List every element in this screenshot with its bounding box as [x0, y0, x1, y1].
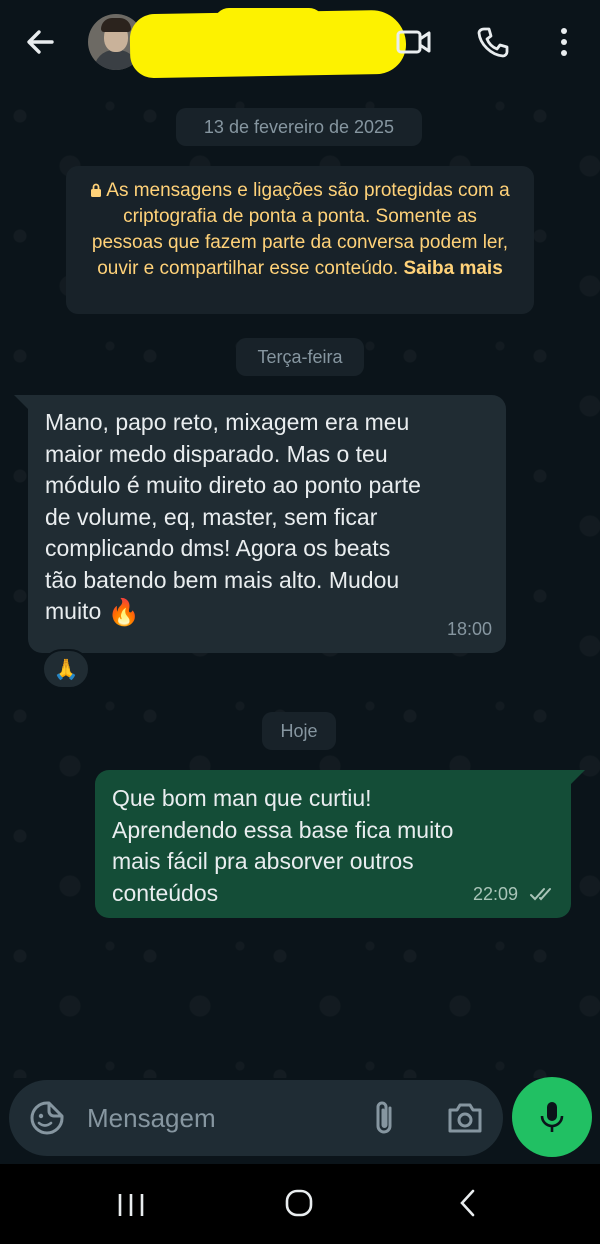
message-list[interactable]: 13 de fevereiro de 2025 As mensagens e l…	[0, 86, 600, 1078]
message-composer	[9, 1080, 503, 1156]
sticker-emoji-icon	[30, 1101, 64, 1135]
name-redaction-marker	[214, 8, 324, 38]
voice-call-button[interactable]	[473, 22, 513, 62]
video-call-icon	[396, 30, 431, 54]
recent-apps-button[interactable]	[116, 1192, 146, 1218]
day-separator: Hoje	[262, 712, 336, 750]
more-vertical-icon	[561, 28, 567, 56]
camera-icon	[448, 1103, 482, 1133]
home-circle-icon	[285, 1189, 313, 1217]
date-separator: 13 de fevereiro de 2025	[176, 108, 422, 146]
more-options-button[interactable]	[544, 22, 584, 62]
outgoing-message[interactable]: Que bom man que curtiu! Aprendendo essa …	[95, 770, 585, 918]
camera-button[interactable]	[445, 1100, 485, 1136]
encryption-notice[interactable]: As mensagens e ligações são protegidas c…	[66, 166, 534, 314]
message-reaction[interactable]: 🙏	[42, 649, 90, 689]
message-input[interactable]	[87, 1098, 347, 1138]
whatsapp-chat-screen: 13 de fevereiro de 2025 As mensagens e l…	[0, 0, 600, 1244]
phone-icon	[477, 27, 509, 58]
video-call-button[interactable]	[394, 22, 434, 62]
system-back-button[interactable]	[456, 1188, 480, 1218]
lock-icon	[91, 183, 102, 197]
emoji-button[interactable]	[29, 1100, 65, 1136]
back-button[interactable]	[22, 24, 58, 60]
home-button[interactable]	[284, 1188, 314, 1218]
system-navigation-bar	[0, 1164, 600, 1244]
day-separator: Terça-feira	[236, 338, 364, 376]
message-time: 18:00	[446, 618, 492, 639]
paperclip-icon	[376, 1101, 392, 1134]
chat-header	[0, 0, 600, 86]
arrow-left-icon	[27, 30, 54, 54]
recent-apps-icon	[118, 1194, 144, 1216]
voice-message-button[interactable]	[512, 1077, 592, 1157]
learn-more-link[interactable]: Saiba mais	[404, 258, 503, 279]
microphone-icon	[540, 1102, 564, 1132]
double-check-icon	[530, 887, 551, 900]
message-text: Mano, papo reto, mixagem era meu maior m…	[45, 409, 421, 624]
attach-button[interactable]	[369, 1098, 401, 1138]
fire-emoji: 🔥	[107, 597, 141, 627]
message-time: 22:09	[472, 883, 518, 904]
chevron-left-icon	[460, 1189, 475, 1217]
incoming-message[interactable]: Mano, papo reto, mixagem era meu maior m…	[14, 395, 506, 653]
